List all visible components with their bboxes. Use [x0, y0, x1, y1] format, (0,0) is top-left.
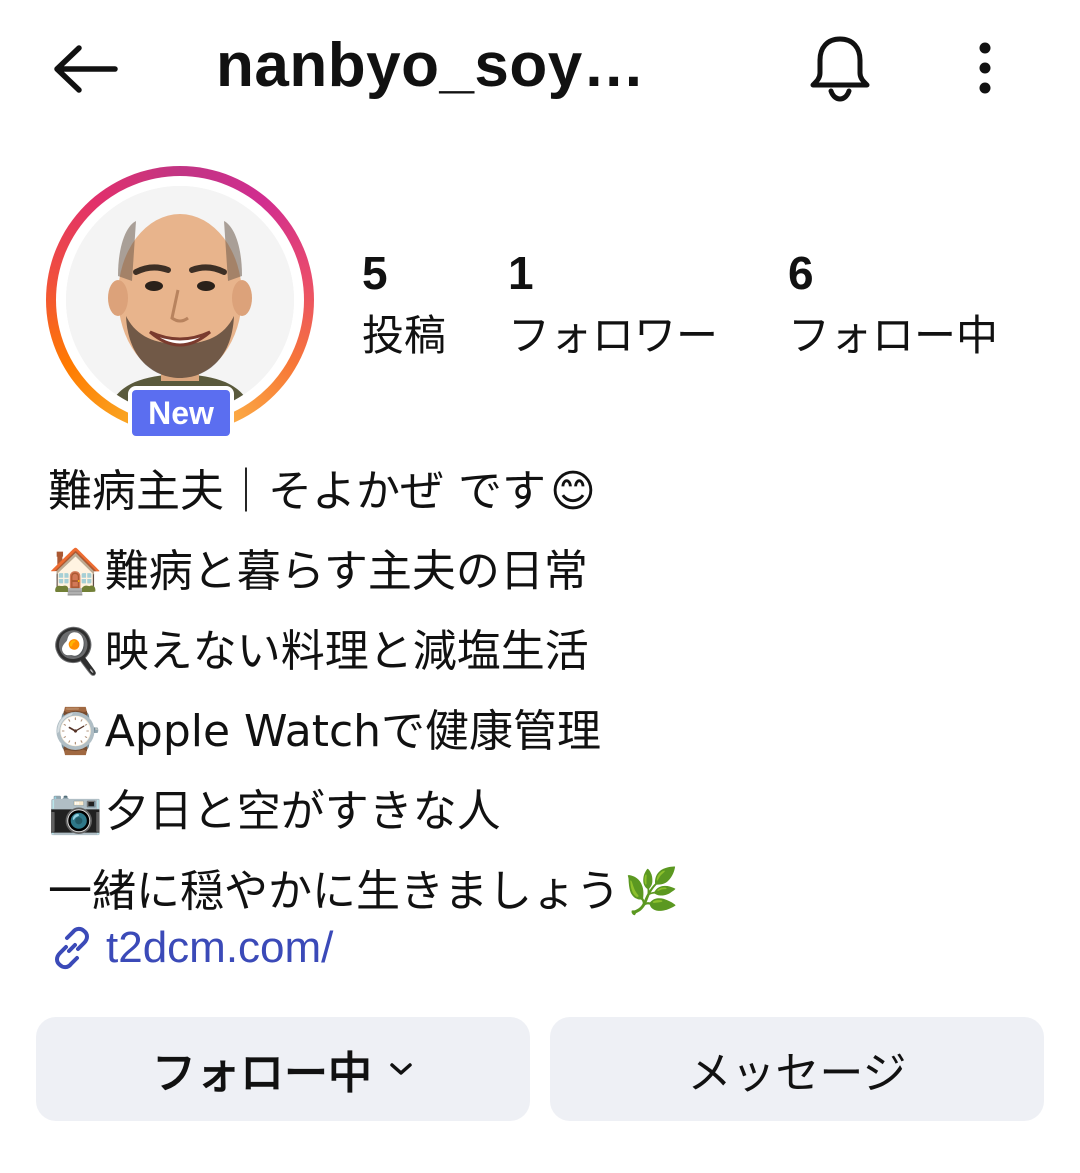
watch-icon: ⌚: [48, 706, 103, 757]
followers-label: フォロワー: [508, 311, 719, 360]
stat-posts[interactable]: 5 投稿: [362, 246, 446, 364]
posts-label: 投稿: [362, 311, 447, 360]
new-badge: New: [128, 386, 234, 440]
stat-followers[interactable]: 1 フォロワー: [508, 246, 718, 364]
bio-line: ⌚ Apple Watchで健康管理: [48, 692, 1048, 772]
bell-icon: [810, 36, 870, 102]
herb-icon: 🌿: [624, 866, 679, 917]
house-icon: 🏠: [48, 546, 103, 597]
top-bar: nanbyo_soy…: [0, 0, 1080, 140]
bio: 難病主夫｜そよかぜ です 😊 🏠 難病と暮らす主夫の日常 🍳 映えない料理と減塩生活 …: [48, 452, 1048, 932]
message-button-label: メッセージ: [687, 1048, 907, 1099]
link-text[interactable]: t2dcm.com/: [106, 920, 333, 976]
followers-count: 1: [508, 247, 534, 299]
page-title: nanbyo_soy…: [216, 31, 646, 100]
more-vertical-icon: [979, 42, 991, 94]
bio-line: 🍳 映えない料理と減塩生活: [48, 612, 1048, 692]
avatar-image: [66, 186, 294, 414]
following-button[interactable]: フォロー中: [36, 1017, 530, 1121]
stat-following[interactable]: 6 フォロー中: [788, 246, 998, 364]
camera-icon: 📷: [48, 786, 103, 837]
following-button-label: フォロー中: [152, 1048, 372, 1099]
more-options-button[interactable]: [955, 28, 1015, 108]
following-count: 6: [788, 247, 814, 299]
link-icon: [48, 924, 96, 972]
bio-line: 🏠 難病と暮らす主夫の日常: [48, 532, 1048, 612]
posts-count: 5: [362, 247, 388, 299]
frying-pan-icon: 🍳: [48, 626, 103, 677]
arrow-left-icon: [54, 45, 118, 93]
bio-line: 📷 夕日と空がすきな人: [48, 772, 1048, 852]
smile-icon: 😊: [550, 466, 596, 517]
following-label: フォロー中: [788, 311, 999, 360]
chevron-down-icon: [388, 1060, 414, 1078]
bio-link[interactable]: t2dcm.com/: [48, 920, 333, 976]
bio-line: 難病主夫｜そよかぜ です 😊: [48, 452, 1048, 532]
notification-button[interactable]: [800, 28, 880, 108]
back-button[interactable]: [44, 34, 124, 104]
profile-page: nanbyo_soy… New 5 投稿 1 フォロワー 6 フォロー中 難病主…: [0, 0, 1080, 1173]
message-button[interactable]: メッセージ: [550, 1017, 1044, 1121]
